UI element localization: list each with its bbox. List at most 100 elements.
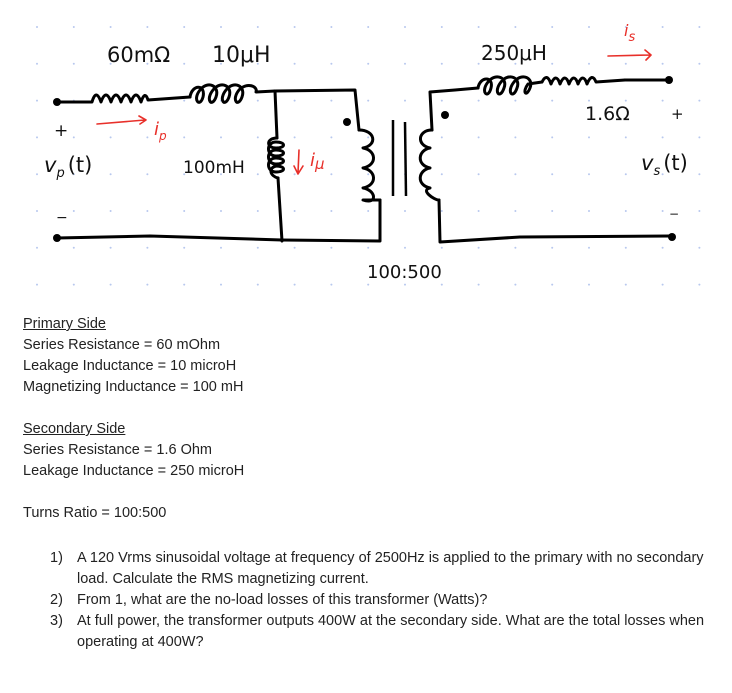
question-item: 2) From 1, what are the no-load losses o… — [50, 590, 710, 611]
grid-dot — [220, 210, 222, 212]
grid-dot — [183, 26, 186, 28]
grid-dot — [624, 136, 627, 139]
grid-dot — [256, 26, 259, 28]
grid-dot — [293, 62, 296, 65]
grid-dot — [183, 62, 186, 65]
grid-dot — [440, 136, 443, 139]
grid-dot — [588, 283, 590, 286]
primary-voltage-suffix: (t) — [68, 153, 93, 177]
grid-dot — [109, 210, 112, 212]
grid-dot — [440, 99, 443, 102]
grid-dot — [624, 283, 627, 286]
primary-voltage-symbol: v — [44, 153, 57, 177]
primary-current-arrow: ip — [96, 115, 167, 143]
grid-dot — [588, 62, 590, 65]
grid-dot — [256, 283, 259, 286]
grid-dot — [551, 246, 554, 249]
secondary-voltage-symbol: v — [641, 151, 654, 175]
grid-dot — [477, 283, 480, 286]
questions-list: 1) A 120 Vrms sinusoidal voltage at freq… — [50, 548, 710, 653]
secondary-plus-sign: + — [671, 105, 684, 123]
primary-current-subscript: p — [158, 129, 167, 143]
magnetizing-branch-wire-bottom — [276, 176, 284, 243]
grid-dot — [440, 246, 443, 249]
secondary-top-wire — [428, 86, 480, 132]
grid-dot — [220, 246, 222, 249]
grid-dot — [588, 210, 590, 212]
grid-dot — [698, 136, 701, 139]
grid-dot — [661, 99, 664, 102]
magnetizing-branch-wire-top — [273, 89, 279, 140]
magnetizing-current-arrow: iμ — [293, 149, 325, 175]
grid-dot — [330, 136, 333, 139]
grid-dot — [588, 246, 590, 249]
grid-dot — [109, 26, 112, 28]
grid-dot — [514, 136, 517, 139]
grid-dot — [551, 283, 554, 286]
primary-bottom-wire — [55, 198, 382, 243]
grid-dot — [624, 246, 627, 249]
grid-dot — [36, 136, 38, 139]
grid-dot — [624, 173, 627, 176]
grid-dot — [551, 173, 554, 176]
grid-dot — [367, 210, 370, 212]
grid-dot — [330, 283, 333, 286]
grid-dot — [146, 173, 149, 176]
grid-dot — [588, 26, 590, 28]
question-item: 3) At full power, the transformer output… — [50, 611, 710, 653]
secondary-winding — [418, 128, 441, 202]
question-number: 2) — [50, 592, 63, 608]
grid-dot — [661, 62, 664, 65]
grid-dot — [330, 62, 333, 65]
grid-dot — [404, 26, 406, 28]
grid-dot — [293, 99, 296, 102]
grid-dot — [404, 210, 406, 212]
grid-dot — [477, 136, 480, 139]
grid-dot — [367, 26, 370, 28]
secondary-leakage-inductance: Leakage Inductance = 250 microH — [23, 463, 245, 479]
grid-dot — [698, 62, 701, 65]
grid-dot — [256, 99, 259, 102]
grid-dot — [330, 26, 333, 28]
grid-dot — [330, 246, 333, 249]
primary-leakage-label: 10μH — [212, 43, 271, 68]
grid-dot — [661, 246, 664, 249]
grid-dot — [146, 283, 149, 286]
grid-dot — [440, 62, 443, 65]
primary-winding — [357, 128, 382, 203]
grid-dot — [698, 283, 701, 286]
grid-dot — [183, 210, 186, 212]
grid-dot — [551, 99, 554, 102]
grid-dot — [367, 246, 370, 249]
grid-dot — [514, 246, 517, 249]
primary-leakage-inductance: Leakage Inductance = 10 microH — [23, 358, 237, 374]
grid-dot — [404, 246, 406, 249]
svg-text:vp(t): vp (t) — [44, 153, 92, 181]
grid-dot — [256, 173, 259, 176]
primary-series-resistance: Series Resistance = 60 mOhm — [23, 337, 221, 353]
question-text: At full power, the transformer outputs 4… — [77, 613, 705, 650]
grid-dot — [36, 173, 38, 176]
primary-side-heading: Primary Side — [23, 316, 106, 332]
secondary-leakage-inductor — [476, 75, 544, 96]
grid-dot — [440, 283, 443, 286]
grid-dot — [661, 136, 664, 139]
grid-dot — [146, 26, 149, 28]
grid-dot — [293, 173, 296, 176]
grid-dot — [477, 173, 480, 176]
grid-dot — [72, 210, 75, 212]
grid-dot — [514, 99, 517, 102]
grid-dot — [477, 210, 480, 212]
secondary-series-resistance: Series Resistance = 1.6 Ohm — [23, 442, 212, 458]
secondary-minus-sign: − — [669, 207, 679, 221]
circuit-svg: 60mΩ 10μH 100mH + − vp (t) ip iμ 250μH 1.… — [36, 21, 701, 286]
grid-dot — [293, 246, 296, 249]
primary-voltage-subscript: p — [55, 166, 64, 181]
grid-dot — [146, 246, 149, 249]
primary-polarity-dot — [343, 118, 351, 126]
grid-dot — [72, 283, 75, 286]
grid-dot — [183, 283, 186, 286]
primary-magnetizing-inductance: Magnetizing Inductance = 100 mH — [23, 379, 244, 395]
